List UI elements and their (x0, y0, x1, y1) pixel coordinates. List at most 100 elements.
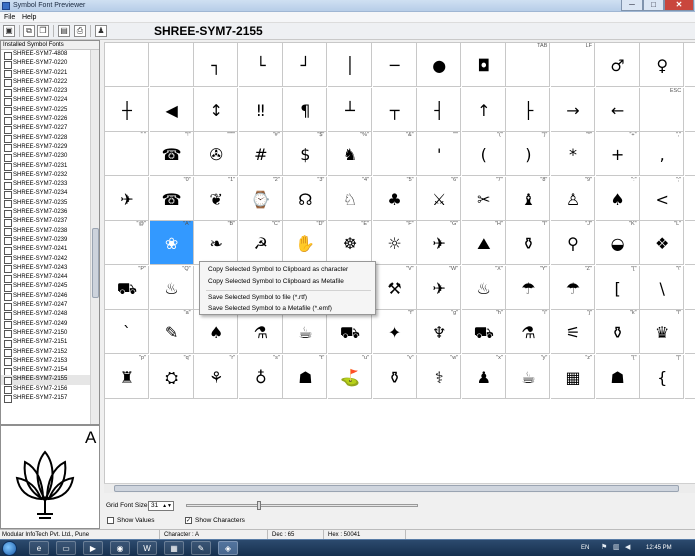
font-list-item[interactable]: SHREE-SYM7-0220 (1, 59, 99, 70)
symbol-cell[interactable]: "%" ♞ (328, 132, 372, 176)
symbol-cell[interactable]: """" ✇ (194, 132, 239, 176)
symbol-cell[interactable]: "i" ⚗ (506, 310, 551, 354)
symbol-cell[interactable]: "s" ♁ (238, 354, 283, 399)
grid-font-size-spinner[interactable]: 31 ▲▼ (148, 501, 174, 511)
volume-icon[interactable]: ◀ (625, 544, 630, 552)
symbol-previewer-icon[interactable]: ◈ (218, 541, 238, 555)
clock[interactable]: 12:45 PM (646, 544, 672, 552)
symbol-cell[interactable]: "a" ✎ (149, 310, 194, 354)
symbol-cell[interactable] (684, 221, 695, 265)
symbol-cell[interactable]: "|" { (640, 354, 685, 399)
symbol-cell[interactable]: ":" ♠ (595, 176, 640, 221)
font-list-item[interactable]: SHREE-SYM7-0247 (1, 301, 99, 311)
symbol-cell[interactable]: ESC (640, 87, 685, 132)
symbol-cell[interactable]: "K" ◒ (595, 221, 640, 265)
symbol-cell[interactable]: "7" ✂ (461, 176, 506, 221)
symbol-cell[interactable]: "2" ⌚ (238, 176, 283, 221)
network-icon[interactable]: ▥ (613, 544, 620, 552)
symbol-cell[interactable] (684, 310, 695, 354)
symbol-cell[interactable]: "4" ♘ (328, 176, 372, 221)
font-list-item[interactable]: SHREE-SYM7-0245 (1, 282, 99, 293)
symbol-cell[interactable]: "D" ✋ (283, 221, 328, 265)
help-user-button[interactable]: ♟ (95, 25, 107, 37)
symbol-cell[interactable]: ♠ (194, 310, 239, 354)
font-list-item[interactable]: SHREE-SYM7-0222 (1, 78, 99, 88)
minimize-button[interactable]: ─ (621, 0, 643, 11)
symbol-cell[interactable]: "9" ♙ (551, 176, 595, 221)
symbol-cell[interactable]: "j" ⚟ (551, 310, 595, 354)
copy-clipboard-button[interactable]: ⧉ (23, 25, 35, 37)
symbol-cell[interactable]: ")") (506, 132, 551, 176)
symbol-cell[interactable]: ← (595, 87, 640, 132)
symbol-cell[interactable]: "H" ⛰ (461, 221, 506, 265)
font-list-item[interactable]: SHREE-SYM7-0248 (1, 310, 99, 321)
symbol-cell[interactable]: ┤ (417, 87, 462, 132)
symbol-cell[interactable]: ┘ (283, 43, 328, 87)
symbol-cell[interactable]: ",", (640, 132, 685, 176)
font-list-item[interactable]: SHREE-SYM7-0233 (1, 180, 99, 190)
font-list-item[interactable]: SHREE-SYM7-0232 (1, 171, 99, 181)
font-list-item[interactable]: SHREE-SYM7-2154 (1, 366, 99, 376)
symbol-cell[interactable]: "z" ▦ (551, 354, 595, 399)
menu-help[interactable]: Help (22, 13, 36, 22)
symbol-cell[interactable]: ┴ (328, 87, 372, 132)
symbol-cell[interactable]: "Y" ☂ (506, 265, 551, 310)
symbol-cell[interactable]: TAB (506, 43, 551, 87)
symbol-cell[interactable]: "8" ♝ (506, 176, 551, 221)
symbol-cell[interactable]: "3" ☊ (283, 176, 328, 221)
font-list-item[interactable]: SHREE-SYM7-0224 (1, 96, 99, 107)
symbol-cell[interactable] (684, 132, 695, 176)
show-characters-checkbox[interactable]: ✓ (185, 517, 192, 524)
symbol-cell[interactable]: ◘ (461, 43, 506, 87)
symbol-cell[interactable]: ♂ (595, 43, 640, 87)
symbol-cell[interactable]: "h" ⛟ (461, 310, 506, 354)
symbol-cell[interactable]: ↕ (194, 87, 239, 132)
symbol-cell[interactable]: "u" ⛳ (328, 354, 372, 399)
symbol-cell[interactable]: ─ (372, 43, 417, 87)
ie-icon[interactable]: e (29, 541, 49, 555)
symbol-cell[interactable]: ┬ (372, 87, 417, 132)
menu-file[interactable]: File (4, 13, 15, 22)
font-list-item[interactable]: SHREE-SYM7-0244 (1, 273, 99, 283)
font-list-item[interactable]: SHREE-SYM7-0243 (1, 264, 99, 274)
font-list-item[interactable]: SHREE-SYM7-0246 (1, 292, 99, 302)
word-icon[interactable]: W (137, 541, 157, 555)
symbol-cell[interactable] (149, 43, 194, 87)
symbol-cell[interactable]: "J" ⚲ (551, 221, 595, 265)
symbol-cell[interactable]: "5" ♣ (372, 176, 417, 221)
grid-size-slider[interactable] (186, 501, 418, 510)
symbol-cell[interactable]: ↑ (461, 87, 506, 132)
symbol-cell[interactable]: "6" ⚔ (417, 176, 462, 221)
symbol-cell[interactable]: "V" ⚒ (372, 265, 417, 310)
symbol-cell[interactable]: "w" ⚕ (417, 354, 462, 399)
symbol-cell[interactable]: "\" \ (640, 265, 685, 310)
grid-scrollbar[interactable] (104, 483, 695, 493)
symbol-cell[interactable]: "F" ☼ (372, 221, 417, 265)
symbol-cell[interactable]: ";" < (640, 176, 685, 221)
font-list-item[interactable]: SHREE-SYM7-0234 (1, 189, 99, 200)
font-list-item[interactable]: SHREE-SYM7-0229 (1, 143, 99, 153)
symbol-cell[interactable]: ┐ (194, 43, 239, 87)
symbol-cell[interactable]: ● (417, 43, 462, 87)
symbol-cell[interactable]: "k" ⚱ (595, 310, 640, 354)
print-button[interactable]: ⎙ (74, 25, 86, 37)
symbol-cell[interactable]: "X" ♨ (461, 265, 506, 310)
chrome-icon[interactable]: ◉ (110, 541, 130, 555)
font-list-item[interactable]: SHREE-SYM7-0236 (1, 208, 99, 218)
font-list-item[interactable]: SHREE-SYM7-2152 (1, 348, 99, 358)
symbol-cell[interactable]: "!" ☎ (149, 132, 194, 176)
start-button[interactable] (2, 541, 17, 556)
explorer-icon[interactable]: ▭ (56, 541, 76, 555)
symbol-cell[interactable] (684, 88, 695, 132)
scrollbar-thumb[interactable] (114, 485, 679, 492)
font-list-item[interactable]: SHREE-SYM7-0230 (1, 152, 99, 163)
symbol-cell[interactable]: ├ (506, 87, 551, 132)
font-list-item[interactable]: SHREE-SYM7-2153 (1, 357, 99, 367)
font-list-item[interactable]: SHREE-SYM7-4808 (1, 50, 99, 60)
font-list-item[interactable]: SHREE-SYM7-0237 (1, 217, 99, 228)
menu-copy-as-metafile[interactable]: Copy Selected Symbol to Clipboard as Met… (208, 277, 344, 286)
font-list-item[interactable]: SHREE-SYM7-0226 (1, 115, 99, 125)
font-list-item[interactable]: SHREE-SYM7-0239 (1, 236, 99, 246)
symbol-cell[interactable]: "r" ⚘ (194, 354, 239, 399)
symbol-cell[interactable]: "C" ☭ (238, 221, 283, 265)
